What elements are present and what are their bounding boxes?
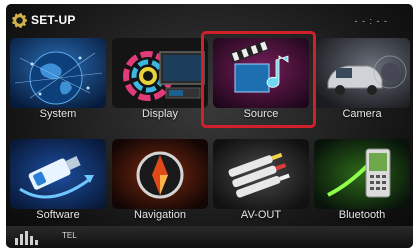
- tile-bluetooth[interactable]: Bluetooth: [314, 139, 410, 225]
- usb-drive-icon: [10, 139, 106, 209]
- tel-button[interactable]: TEL: [62, 231, 77, 240]
- tile-av-out[interactable]: AV-OUT: [213, 139, 309, 225]
- tile-display[interactable]: Display: [112, 38, 208, 124]
- equalizer-icon[interactable]: [15, 231, 38, 245]
- phone-icon: [314, 139, 410, 209]
- selection-highlight: [201, 31, 316, 128]
- gear-icon: [12, 13, 27, 28]
- tile-system[interactable]: System: [10, 38, 106, 124]
- globe-icon: [10, 38, 106, 108]
- tile-label: Navigation: [134, 209, 186, 221]
- clock: - - : - -: [354, 16, 388, 26]
- tile-software[interactable]: Software: [10, 139, 106, 225]
- tile-label: Software: [36, 209, 80, 221]
- header: SET-UP - - : - -: [6, 4, 413, 34]
- tile-label: Camera: [342, 108, 382, 120]
- tile-label: System: [39, 108, 77, 120]
- car-camera-icon: [314, 38, 410, 108]
- bottom-bar: TEL: [6, 226, 413, 248]
- page-title: SET-UP: [31, 13, 76, 27]
- display-icon: [112, 38, 208, 108]
- tile-label: Bluetooth: [338, 209, 386, 221]
- tile-label: Display: [141, 108, 179, 120]
- compass-icon: [112, 139, 208, 209]
- tile-camera[interactable]: Camera: [314, 38, 410, 124]
- tile-label: AV-OUT: [240, 209, 282, 221]
- av-plug-icon: [213, 139, 309, 209]
- tile-navigation[interactable]: Navigation: [112, 139, 208, 225]
